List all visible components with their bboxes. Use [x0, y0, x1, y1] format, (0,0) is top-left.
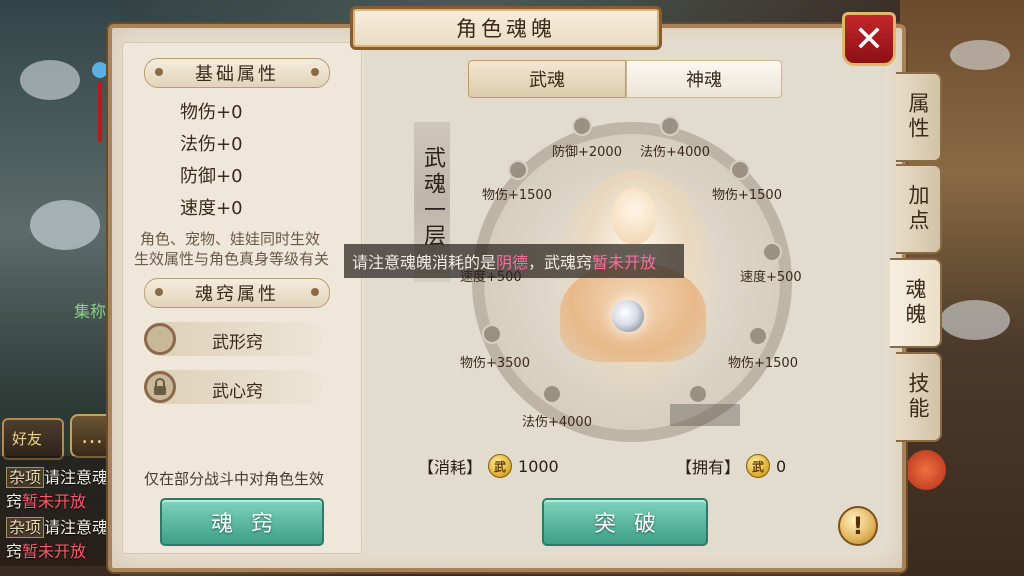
close-button[interactable]: ✕ — [842, 12, 896, 66]
snow-patch — [20, 60, 80, 100]
wheel-node[interactable] — [748, 326, 768, 346]
snow-patch — [30, 200, 100, 250]
side-tab-soul[interactable]: 魂魄 — [890, 258, 942, 348]
meditating-figure-head — [612, 188, 656, 244]
help-icon: ! — [852, 512, 864, 540]
chat-text: 请注意魂 — [44, 518, 109, 537]
martial-coin-icon: 武 — [746, 454, 771, 478]
locked-node-mask — [670, 404, 740, 426]
wheel-label-magic: 法伤+4000 — [522, 415, 592, 430]
wheel-node[interactable] — [660, 116, 680, 136]
cost-consume: 【消耗】 武 1000 — [418, 454, 559, 478]
toast-text: 请注意魂魄消耗的是 — [352, 253, 497, 272]
chat-red-text: 暂未开放 — [22, 542, 87, 561]
toast-highlight: 暂未开放 — [592, 253, 657, 272]
chat-tag: 杂项 — [6, 517, 45, 538]
cost-own: 【拥有】 武 0 — [676, 454, 786, 478]
slot-label-wuxin: 武心窍 — [212, 382, 263, 402]
wheel-node[interactable] — [482, 324, 502, 344]
wheel-node[interactable] — [762, 242, 782, 262]
consume-label: 【消耗】 — [418, 458, 483, 477]
wheel-label-physical: 物伤+1500 — [482, 188, 552, 203]
toast-highlight: 阴德 — [496, 253, 529, 272]
wheel-label-magic: 法伤+4000 — [640, 145, 710, 160]
tab-divine-soul[interactable]: 神魂 — [626, 60, 782, 98]
chat-bubble-icon: … — [81, 423, 103, 449]
own-value: 0 — [776, 456, 787, 476]
effect-note-line2: 生效属性与角色真身等级有关 — [134, 250, 330, 268]
wheel-node[interactable] — [508, 160, 528, 180]
chat-hint-text: 集称 — [74, 302, 107, 321]
jade-pendant — [92, 40, 108, 150]
effect-note-line1: 角色、宠物、娃娃同时生效 — [140, 230, 321, 248]
chat-text: 请注意魂 — [44, 468, 109, 487]
stat-defense: 防御+0 — [180, 166, 243, 187]
base-attributes-header: 基础属性 — [144, 58, 330, 88]
friend-button[interactable]: 好友 — [2, 418, 64, 460]
martial-coin-icon: 武 — [488, 454, 513, 478]
wheel-label-defense: 防御+2000 — [552, 145, 622, 160]
page-title: 角色魂魄 — [456, 17, 556, 41]
friend-label: 好友 — [12, 430, 43, 448]
chat-tag: 杂项 — [6, 467, 45, 488]
slot-label-wuxing: 武形窍 — [212, 333, 263, 353]
wheel-label-physical: 物伤+1500 — [712, 188, 782, 203]
side-tab-label: 加点 — [906, 184, 930, 234]
side-tab-skills[interactable]: 技能 — [896, 352, 942, 442]
side-tab-label: 魂魄 — [903, 278, 927, 328]
chat-line: 窍暂未开放 — [6, 488, 86, 512]
stat-speed: 速度+0 — [180, 198, 243, 219]
wheel-node[interactable] — [730, 160, 750, 180]
lock-icon — [144, 371, 176, 403]
tab-martial-soul[interactable]: 武魂 — [468, 60, 626, 98]
wheel-node[interactable] — [542, 384, 562, 404]
wheel-label-physical: 物伤+3500 — [460, 356, 530, 371]
notice-toast: 请注意魂魄消耗的是 阴德 ，武魂窍 暂未开放 — [344, 244, 684, 278]
title-plate: 角色魂魄 — [350, 6, 662, 50]
footer-note: 仅在部分战斗中对角色生效 — [144, 470, 325, 488]
soul-slot-button[interactable]: 魂窍 — [160, 498, 324, 546]
side-tab-label: 技能 — [906, 372, 930, 422]
slot-attributes-header: 魂窍属性 — [144, 278, 330, 308]
close-icon: ✕ — [853, 18, 885, 60]
own-label: 【拥有】 — [676, 458, 741, 477]
consume-value: 1000 — [518, 456, 559, 476]
wheel-node[interactable] — [572, 116, 592, 136]
wheel-label-physical: 物伤+1500 — [728, 356, 798, 371]
snow-patch — [940, 300, 1010, 340]
tab-label: 武魂 — [529, 70, 565, 91]
snow-patch — [950, 40, 1010, 70]
wheel-node[interactable] — [688, 384, 708, 404]
breakthrough-button[interactable]: 突破 — [542, 498, 708, 546]
chat-red-text: 暂未开放 — [22, 492, 87, 511]
stat-magic-damage: 法伤+0 — [180, 134, 243, 155]
chat-line: 杂项 请注意魂 — [6, 514, 108, 538]
stat-physical-damage: 物伤+0 — [180, 102, 243, 123]
tab-label: 神魂 — [686, 70, 722, 91]
soul-orb-icon — [612, 300, 644, 332]
side-tab-points[interactable]: 加点 — [896, 164, 942, 254]
chat-text: 窍 — [6, 492, 23, 511]
wheel-label-speed: 速度+500 — [740, 270, 802, 285]
slot-icon-empty — [144, 323, 176, 355]
chat-line: 窍暂未开放 — [6, 538, 86, 562]
lantern — [906, 450, 946, 490]
chat-text: 窍 — [6, 542, 23, 561]
chat-line: 杂项 请注意魂 — [6, 464, 108, 488]
toast-text: ，武魂窍 — [528, 253, 593, 272]
side-tab-label: 属性 — [906, 92, 930, 142]
help-button[interactable]: ! — [838, 506, 878, 546]
side-tab-attributes[interactable]: 属性 — [896, 72, 942, 162]
